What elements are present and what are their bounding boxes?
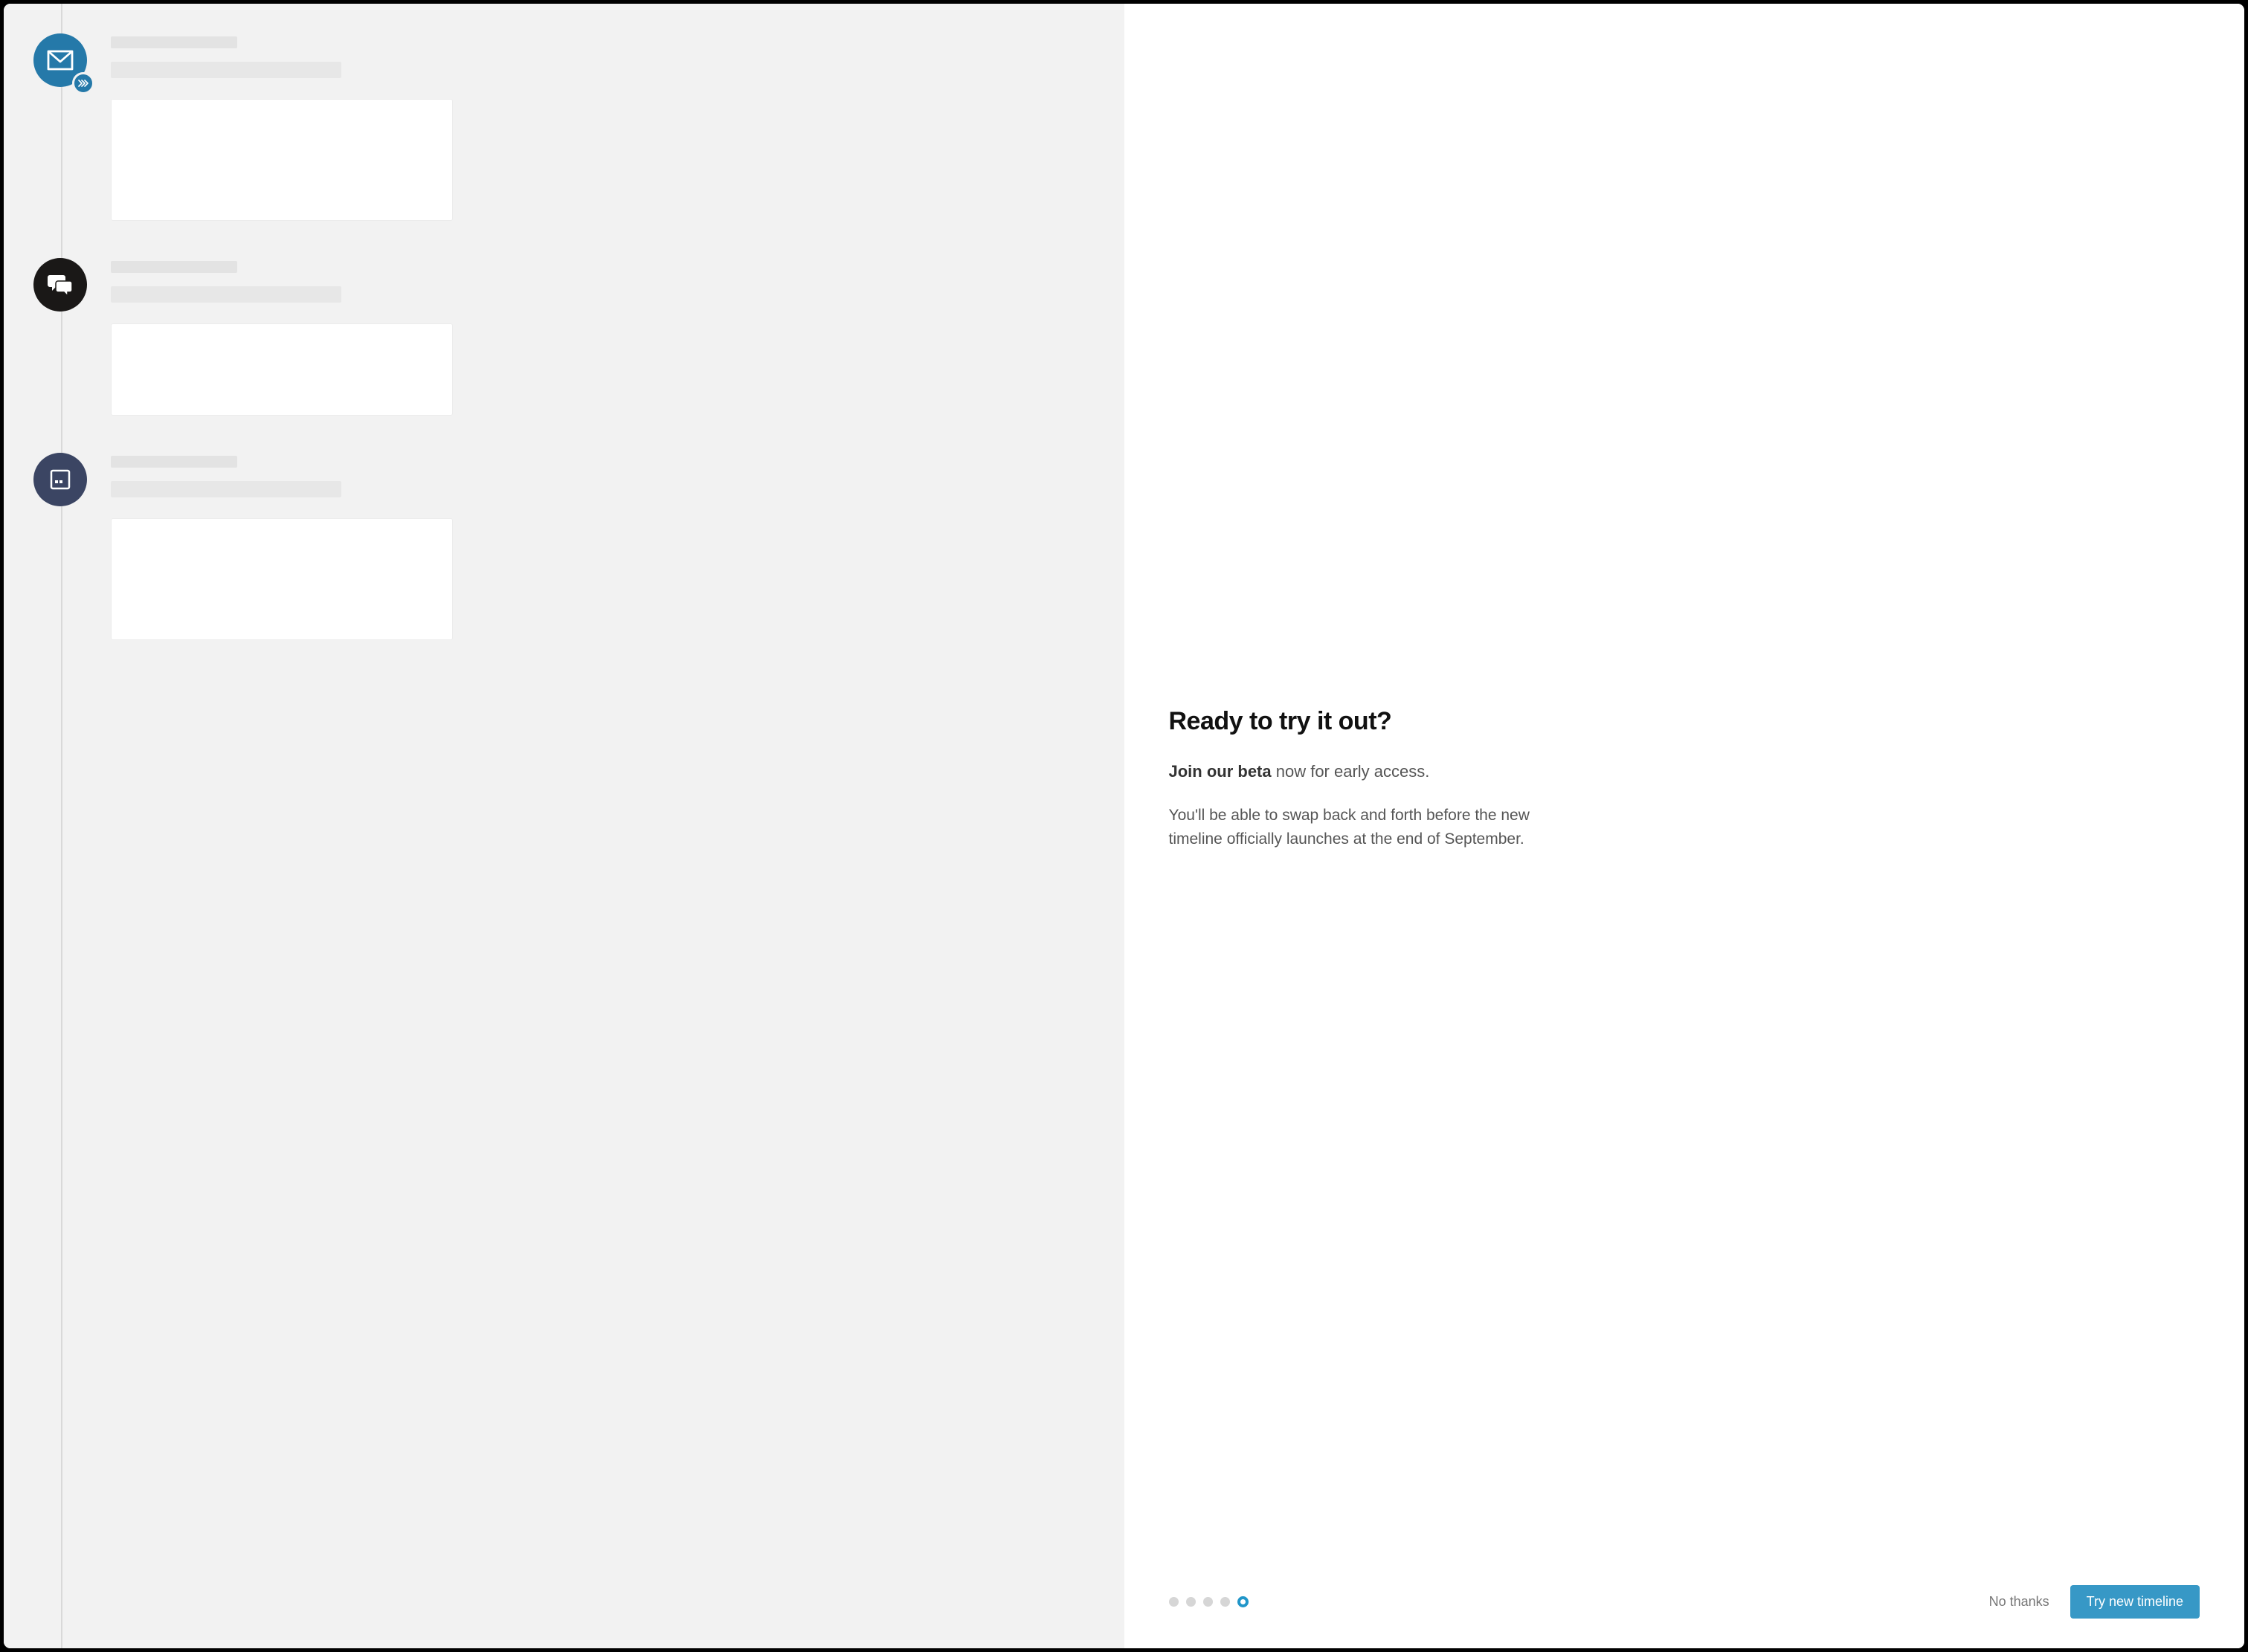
timeline-item [33, 33, 1095, 221]
timeline-vertical-line [61, 4, 62, 1648]
pagination-dot[interactable] [1186, 1597, 1196, 1607]
calendar-icon [33, 453, 87, 506]
onboarding-content-pane: Ready to try it out? Join our beta now f… [1124, 4, 2245, 1648]
onboarding-actions: No thanks Try new timeline [1989, 1585, 2200, 1619]
skip-forward-icon [72, 72, 94, 94]
timeline-item-content [111, 33, 1095, 221]
skeleton-line-long [111, 286, 341, 303]
pagination-dots [1169, 1596, 1249, 1607]
skeleton-line-short [111, 456, 237, 468]
onboarding-footer: No thanks Try new timeline [1169, 1570, 2200, 1619]
pagination-dot[interactable] [1220, 1597, 1230, 1607]
timeline-item-content [111, 453, 1095, 640]
pagination-dot-active[interactable] [1237, 1596, 1249, 1607]
onboarding-text-block: Ready to try it out? Join our beta now f… [1169, 48, 2200, 1570]
skeleton-line-long [111, 481, 341, 497]
chat-icon [33, 258, 87, 312]
skeleton-card [111, 99, 453, 221]
dismiss-button[interactable]: No thanks [1989, 1594, 2049, 1610]
timeline-item [33, 258, 1095, 416]
pagination-dot[interactable] [1203, 1597, 1213, 1607]
onboarding-modal: Ready to try it out? Join our beta now f… [3, 3, 2245, 1649]
timeline-preview-pane [4, 4, 1124, 1648]
skeleton-card [111, 518, 453, 640]
onboarding-body: You'll be able to swap back and forth be… [1169, 804, 1556, 852]
onboarding-subheading-rest: now for early access. [1272, 762, 1430, 781]
onboarding-heading: Ready to try it out? [1169, 707, 2200, 736]
timeline-item-content [111, 258, 1095, 416]
timeline-item [33, 453, 1095, 640]
skeleton-line-short [111, 36, 237, 48]
skeleton-line-short [111, 261, 237, 273]
onboarding-subheading-bold: Join our beta [1169, 762, 1272, 781]
pagination-dot[interactable] [1169, 1597, 1179, 1607]
onboarding-subheading: Join our beta now for early access. [1169, 761, 2200, 783]
skeleton-line-long [111, 62, 341, 78]
try-new-timeline-button[interactable]: Try new timeline [2070, 1585, 2200, 1619]
skeleton-card [111, 323, 453, 416]
